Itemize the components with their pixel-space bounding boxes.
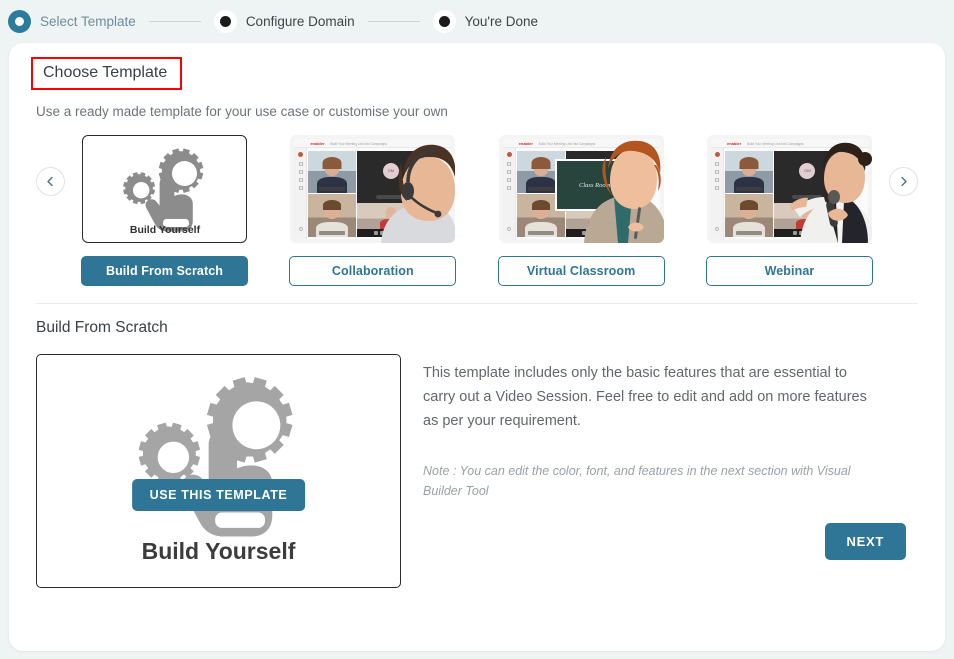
template-note: Note : You can edit the color, font, and…: [423, 464, 851, 498]
step-indicator-3: [432, 10, 456, 33]
mock-logo: enabler: [518, 141, 533, 146]
template-item-build-from-scratch[interactable]: Build Yourself Build From Scratch: [81, 135, 248, 286]
step-connector-2: [367, 21, 420, 22]
section-divider: [36, 303, 918, 304]
page-title: Choose Template: [43, 64, 168, 81]
template-description: This template includes only the basic fe…: [423, 365, 867, 429]
template-item-webinar[interactable]: enabler Build Your Meeting Link Into Cam…: [705, 135, 873, 286]
person-headset-illustration: [381, 144, 456, 243]
template-button-virtual-classroom[interactable]: Virtual Classroom: [497, 256, 665, 286]
template-button-build-from-scratch[interactable]: Build From Scratch: [81, 256, 248, 286]
template-item-collaboration[interactable]: enabler Build Your Meeting Link Into Cam…: [289, 135, 457, 286]
person-presenter-illustration: [789, 142, 872, 243]
template-list: Build Yourself Build From Scratch enable…: [65, 135, 889, 286]
template-item-virtual-classroom[interactable]: enabler Build Your Meeting Link Into Cam…: [497, 135, 665, 286]
next-button[interactable]: NEXT: [824, 523, 906, 560]
page-title-highlight: Choose Template: [31, 57, 183, 90]
step-youre-done[interactable]: You're Done: [432, 10, 539, 33]
thumb-caption-text: Build Yourself: [129, 224, 200, 235]
next-button-row: NEXT: [423, 523, 918, 560]
step-label-2: Configure Domain: [245, 14, 355, 29]
gears-hand-large-icon: [138, 377, 293, 537]
carousel-prev-button[interactable]: [36, 167, 65, 196]
template-thumbnail-virtual-classroom[interactable]: enabler Build Your Meeting Link Into Cam…: [498, 135, 664, 243]
page-subtitle: Use a ready made template for your use c…: [36, 104, 448, 119]
preview-caption: Build Yourself: [141, 538, 296, 564]
step-select-template[interactable]: Select Template: [8, 10, 136, 33]
choose-template-card: Choose Template Use a ready made templat…: [9, 43, 945, 651]
template-thumbnail-collaboration[interactable]: enabler Build Your Meeting Link Into Cam…: [290, 135, 456, 243]
step-configure-domain[interactable]: Configure Domain: [213, 10, 355, 33]
step-connector-1: [148, 21, 201, 22]
person-teacher-illustration: [583, 140, 664, 243]
step-indicator-2: [213, 10, 237, 33]
step-label-1: Select Template: [40, 14, 136, 29]
carousel-next-button[interactable]: [889, 167, 918, 196]
use-this-template-button[interactable]: USE THIS TEMPLATE: [131, 479, 306, 511]
template-description-column: This template includes only the basic fe…: [401, 354, 918, 588]
mock-logo: enabler: [726, 141, 742, 146]
step-label-3: You're Done: [464, 14, 539, 29]
gears-hand-icon: Build Yourself: [122, 148, 203, 235]
template-preview-card[interactable]: USE THIS TEMPLATE Build Yourself: [36, 354, 401, 588]
step-indicator-1: [8, 10, 31, 33]
template-thumbnail-build-from-scratch[interactable]: Build Yourself: [82, 135, 247, 243]
template-thumbnail-webinar[interactable]: enabler Build Your Meeting Link Into Cam…: [706, 135, 872, 243]
mock-logo: enabler: [310, 141, 325, 146]
template-button-collaboration[interactable]: Collaboration: [289, 256, 457, 286]
progress-stepper: Select Template Configure Domain You're …: [0, 0, 954, 43]
selected-template-title: Build From Scratch: [36, 319, 168, 336]
template-button-webinar[interactable]: Webinar: [705, 256, 873, 286]
template-carousel: Build Yourself Build From Scratch enable…: [36, 135, 918, 286]
template-detail: USE THIS TEMPLATE Build Yourself This te…: [36, 354, 918, 588]
chevron-left-icon: [47, 176, 53, 187]
chevron-right-icon: [901, 176, 907, 187]
